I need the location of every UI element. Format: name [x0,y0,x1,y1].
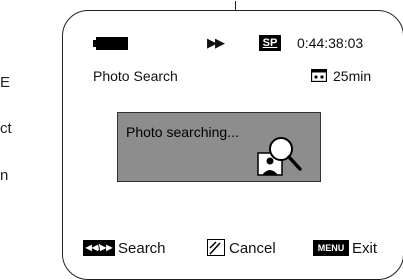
joystick-icon [207,239,225,261]
screen-pointer-line [235,1,237,11]
screen-title: Photo Search [93,68,178,84]
play-status-icon: ▶▶ [207,35,225,50]
menu-key-badge: MENU [313,240,349,256]
photo-search-icon [256,131,312,182]
margin-letter-ct: ct [0,120,12,137]
margin-letter-e: E [0,74,11,91]
cassette-icon [310,68,328,87]
exit-label: Exit [352,240,378,257]
lcd-screen: ▶▶ SP 0:44:38:03 Photo Search 25min Phot… [62,1,403,280]
search-key-badge: ◀◀/▶▶ [83,240,115,256]
battery-icon [93,37,129,55]
tape-mode-badge: SP [259,35,281,51]
photo-search-dialog: Photo searching... [117,112,321,182]
timecode: 0:44:38:03 [297,35,364,51]
dialog-message: Photo searching... [126,124,239,140]
margin-letter-n: n [0,167,9,184]
search-label: Search [118,240,166,257]
cancel-label: Cancel [229,240,276,257]
remaining-time: 25min [333,68,372,84]
